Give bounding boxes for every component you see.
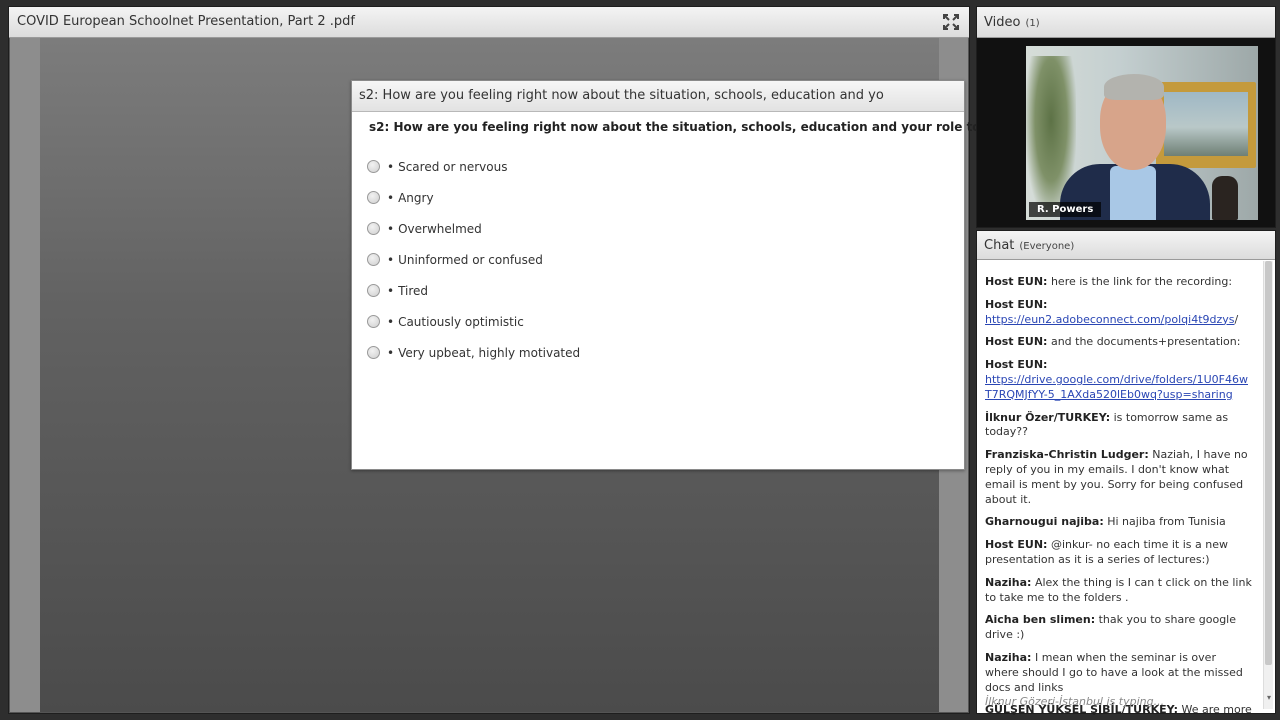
poll-options: • Scared or nervous • Angry • Overwhelme… [367,151,580,368]
poll-option-cautiously-optimistic[interactable]: • Cautiously optimistic [367,306,580,337]
fullscreen-icon[interactable] [941,12,961,32]
bullet-icon: • [387,221,395,236]
share-pod-titlebar: COVID European Schoolnet Presentation, P… [9,7,969,38]
participant-name-label: R. Powers [1029,202,1102,217]
video-painting [1156,82,1256,168]
radio-button[interactable] [367,222,380,235]
chat-message: Franziska-Christin Ludger: Naziah, I hav… [985,448,1253,507]
chat-text: here is the link for the recording: [1047,275,1233,288]
chat-sender: Franziska-Christin Ludger: [985,448,1149,462]
poll-pod: s2: How are you feeling right now about … [351,80,1012,470]
poll-option-label: Scared or nervous [398,159,508,174]
chat-sender: Host EUN: [985,538,1048,552]
chat-text: Hi najiba from Tunisia [1103,515,1226,529]
video-painting-canvas [1164,92,1248,156]
poll-option-label: Very upbeat, highly motivated [398,345,581,360]
video-pod-title: Video [984,15,1021,30]
chat-sender: Naziha: [985,650,1032,664]
chat-message: Host EUN: here is the link for the recor… [985,275,1253,290]
radio-button[interactable] [367,253,380,266]
typing-indicator: İlknur Gözeri-İstanbul is typing... [985,695,1165,708]
poll-titlebar: s2: How are you feeling right now about … [352,81,964,112]
bullet-icon: • [387,314,395,329]
chat-sender: Aicha ben slimen: [985,613,1096,627]
video-pod: Video (1) R. Powers [976,6,1276,228]
chat-sender: Host EUN: [985,275,1048,288]
chat-sender: Host EUN: [985,335,1048,349]
bullet-icon: • [387,252,395,267]
video-person-hair [1104,74,1164,100]
app-window: COVID European Schoolnet Presentation, P… [0,0,1280,720]
poll-option-label: Overwhelmed [398,221,482,236]
poll-option-label: Angry [398,190,434,205]
poll-option-uninformed[interactable]: • Uninformed or confused [367,244,580,275]
video-clock [1212,176,1238,220]
share-margin-left [10,38,40,712]
chat-message: Naziha: I mean when the seminar is over … [985,651,1253,695]
poll-option-angry[interactable]: • Angry [367,182,580,213]
radio-button[interactable] [367,284,380,297]
chat-pod-titlebar: Chat (Everyone) [977,231,1275,260]
chat-message: Host EUN: https://eun2.adobeconnect.com/… [985,298,1253,328]
video-pod-titlebar: Video (1) [977,7,1275,38]
chat-message: Gharnougui najiba: Hi najiba from Tunisi… [985,515,1253,530]
radio-button[interactable] [367,346,380,359]
video-person-shirt [1110,166,1156,220]
poll-question: s2: How are you feeling right now about … [369,120,1012,134]
chat-link[interactable]: https://eun2.adobeconnect.com/polqi4t9dz… [985,313,1235,326]
share-pod-title: COVID European Schoolnet Presentation, P… [17,14,355,29]
chat-pod: Chat (Everyone) Host EUN: here is the lin… [976,230,1276,720]
chat-message: Host EUN: and the documents+presentation… [985,335,1253,350]
poll-option-tired[interactable]: • Tired [367,275,580,306]
radio-button[interactable] [367,191,380,204]
poll-option-label: Cautiously optimistic [398,314,524,329]
poll-option-scared[interactable]: • Scared or nervous [367,151,580,182]
poll-option-very-upbeat[interactable]: • Very upbeat, highly motivated [367,337,580,368]
chat-sender: Host EUN: [985,297,1048,311]
chat-message: Host EUN: https://drive.google.com/drive… [985,358,1253,402]
bullet-icon: • [387,345,395,360]
radio-button[interactable] [367,160,380,173]
bullet-icon: • [387,159,395,174]
chat-link[interactable]: https://drive.google.com/drive/folders/1… [985,373,1248,401]
chat-message: Naziha: Alex the thing is I can t click … [985,576,1253,606]
scrollbar-thumb[interactable] [1265,261,1272,665]
bullet-icon: • [387,190,395,205]
chat-pod-title: Chat [984,238,1015,253]
chat-message: Host EUN: @inkur- no each time it is a n… [985,538,1253,568]
chat-sender: İlknur Özer/TURKEY: [985,410,1111,424]
chat-sender: Host EUN: [985,358,1048,372]
webcam-video[interactable]: R. Powers [1026,46,1258,220]
poll-option-label: Uninformed or confused [398,252,543,267]
chat-message: Aicha ben slimen: thak you to share goog… [985,613,1253,643]
chat-message: İlknur Özer/TURKEY: is tomorrow same as … [985,411,1253,441]
chat-text: and the documents+presentation: [1047,335,1241,349]
bullet-icon: • [387,283,395,298]
scroll-down-icon[interactable]: ▾ [1264,693,1274,705]
poll-option-label: Tired [398,283,429,298]
poll-title: s2: How are you feeling right now about … [359,88,884,103]
chat-message-list: Host EUN: here is the link for the recor… [985,275,1253,720]
chat-sender: Gharnougui najiba: [985,515,1104,529]
chat-scrollbar[interactable]: ▾ [1263,261,1273,709]
chat-scope[interactable]: (Everyone) [1019,241,1074,252]
video-count: (1) [1025,18,1040,29]
chat-text: / [1234,312,1239,326]
poll-option-overwhelmed[interactable]: • Overwhelmed [367,213,580,244]
chat-sender: Naziha: [985,575,1032,589]
radio-button[interactable] [367,315,380,328]
